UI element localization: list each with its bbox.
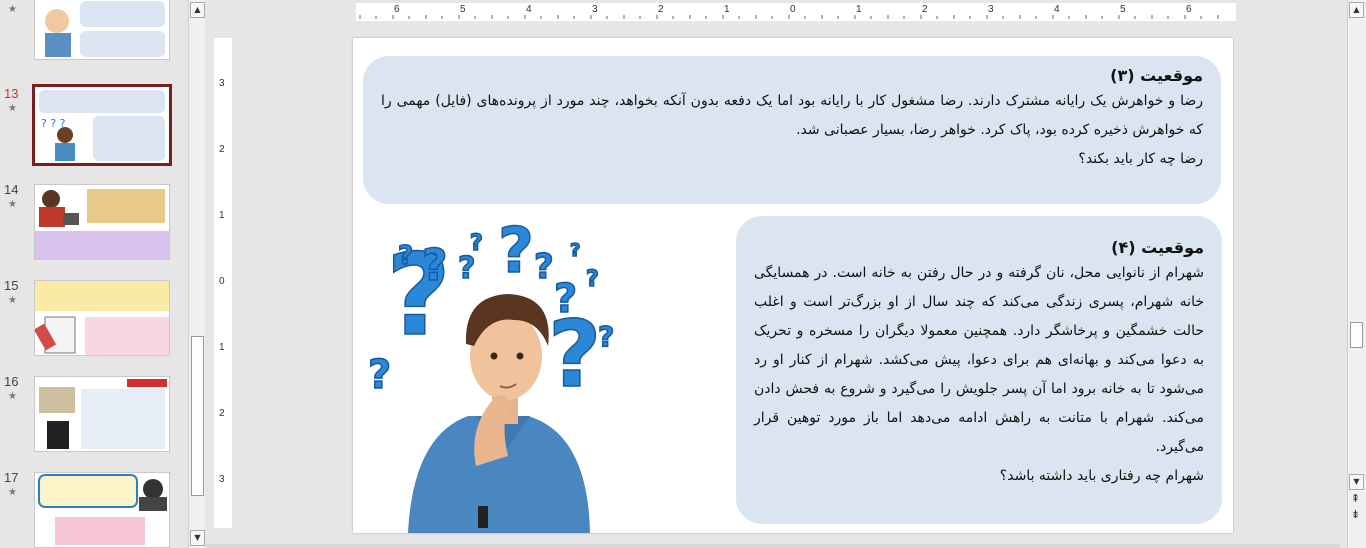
slide-thumbnail[interactable]	[34, 184, 170, 260]
situation-4-paragraph: شهرام از نانوایی محل، نان گرفته و در حال…	[754, 265, 1204, 455]
star-icon: ★	[8, 4, 17, 15]
slide-editor: 6 5 4 3 2 1 0 1 2 3 4 5 6 3 2 1 0 1 2 3 …	[206, 0, 1340, 548]
scrollbar-thumb[interactable]	[191, 336, 204, 496]
svg-text:?: ?	[534, 247, 554, 287]
star-icon: ★	[8, 487, 17, 498]
slide-number: 14	[4, 182, 19, 197]
ruler-label: 5	[460, 4, 466, 15]
slide-number: 15	[4, 278, 19, 293]
vertical-ruler: 3 2 1 0 1 2 3	[214, 38, 232, 528]
svg-text:? ? ?: ? ? ?	[41, 117, 66, 130]
slide-canvas[interactable]: موقعیت (۳) رضا و خواهرش یک رایانه مشترک …	[353, 38, 1233, 533]
slide-thumbnails-pane: ★ 13 ★ ? ? ? 14 ★ 15 ★ 16 ★ 17 ★	[0, 0, 188, 548]
ruler-label: 4	[1054, 4, 1060, 15]
svg-text:?: ?	[570, 240, 580, 261]
situation-4-question: شهرام چه رفتاری باید داشته باشد؟	[999, 468, 1204, 484]
ruler-label: 6	[394, 4, 400, 15]
situation-3-question: رضا چه کار باید بکند؟	[1078, 151, 1203, 167]
thumbnail-preview	[35, 281, 169, 355]
scrollbar-thumb[interactable]	[1350, 322, 1363, 348]
ruler-label: 3	[988, 4, 994, 15]
situation-3-textbox[interactable]: موقعیت (۳) رضا و خواهرش یک رایانه مشترک …	[363, 56, 1221, 204]
slide-thumbnail[interactable]	[34, 376, 170, 452]
svg-text:?: ?	[458, 251, 475, 286]
slide-thumbnail[interactable]	[34, 0, 170, 60]
slide-thumbnail-selected[interactable]: ? ? ?	[32, 84, 172, 166]
svg-text:?: ?	[598, 320, 614, 353]
star-icon: ★	[8, 295, 17, 306]
svg-text:?: ?	[398, 241, 413, 271]
ruler-label: 0	[790, 4, 796, 15]
scroll-down-button[interactable]: ▼	[190, 530, 205, 546]
situation-3-title: موقعیت (۳)	[1110, 66, 1203, 85]
ruler-label: 3	[219, 78, 225, 89]
situation-4-textbox[interactable]: موقعیت (۴) شهرام از نانوایی محل، نان گرف…	[736, 216, 1222, 524]
ruler-label: 6	[1186, 4, 1192, 15]
star-icon: ★	[8, 103, 17, 114]
svg-text:?: ?	[368, 352, 391, 398]
ruler-label: 2	[219, 144, 225, 155]
ruler-label: 3	[219, 474, 225, 485]
slide-number: 13	[4, 86, 19, 101]
svg-text:?: ?	[470, 231, 483, 256]
ruler-label: 1	[219, 342, 225, 353]
ruler-ticks	[359, 15, 1219, 19]
svg-text:?: ?	[554, 276, 577, 322]
thumbnail-preview	[35, 473, 169, 547]
ruler-label: 5	[1120, 4, 1126, 15]
next-slide-icon[interactable]: ⇟	[1349, 508, 1362, 522]
ruler-label: 2	[219, 408, 225, 419]
situation-4-title: موقعیت (۴)	[1111, 238, 1204, 257]
ruler-label: 3	[592, 4, 598, 15]
ruler-label: 1	[219, 210, 225, 221]
slide-thumbnail[interactable]	[34, 280, 170, 356]
situation-3-paragraph: رضا و خواهرش یک رایانه مشترک دارند. رضا …	[381, 93, 1203, 138]
slide-thumbnail[interactable]	[34, 472, 170, 548]
ruler-label: 0	[219, 276, 225, 287]
svg-text:?: ?	[498, 216, 534, 287]
previous-slide-icon[interactable]: ⇞	[1349, 492, 1362, 506]
thumbnails-scrollbar[interactable]: ▲ ▼	[188, 0, 205, 548]
thumbnail-preview	[35, 185, 169, 259]
editor-scrollbar[interactable]: ▲ ▼ ⇞ ⇟	[1347, 0, 1366, 548]
ruler-label: 1	[724, 4, 730, 15]
ruler-label: 2	[658, 4, 664, 15]
star-icon: ★	[8, 199, 17, 210]
slide-number: 16	[4, 374, 19, 389]
scroll-up-button[interactable]: ▲	[190, 2, 205, 18]
scroll-up-button[interactable]: ▲	[1349, 2, 1364, 18]
horizontal-ruler: 6 5 4 3 2 1 0 1 2 3 4 5 6	[356, 3, 1236, 21]
ruler-label: 4	[526, 4, 532, 15]
thumbnail-preview: ? ? ?	[35, 87, 169, 163]
svg-text:?: ?	[422, 240, 448, 291]
ruler-label: 1	[856, 4, 862, 15]
scroll-down-button[interactable]: ▼	[1349, 474, 1364, 490]
star-icon: ★	[8, 391, 17, 402]
slide-number: 17	[4, 470, 19, 485]
thinking-boy-image[interactable]: ? ? ? ? ? ? ? ? ? ? ? ? ?	[358, 216, 628, 533]
horizontal-scroll-track	[206, 544, 1340, 548]
thumbnail-preview	[35, 0, 169, 59]
svg-text:?: ?	[586, 267, 599, 292]
ruler-label: 2	[922, 4, 928, 15]
thumbnail-preview	[35, 377, 169, 451]
